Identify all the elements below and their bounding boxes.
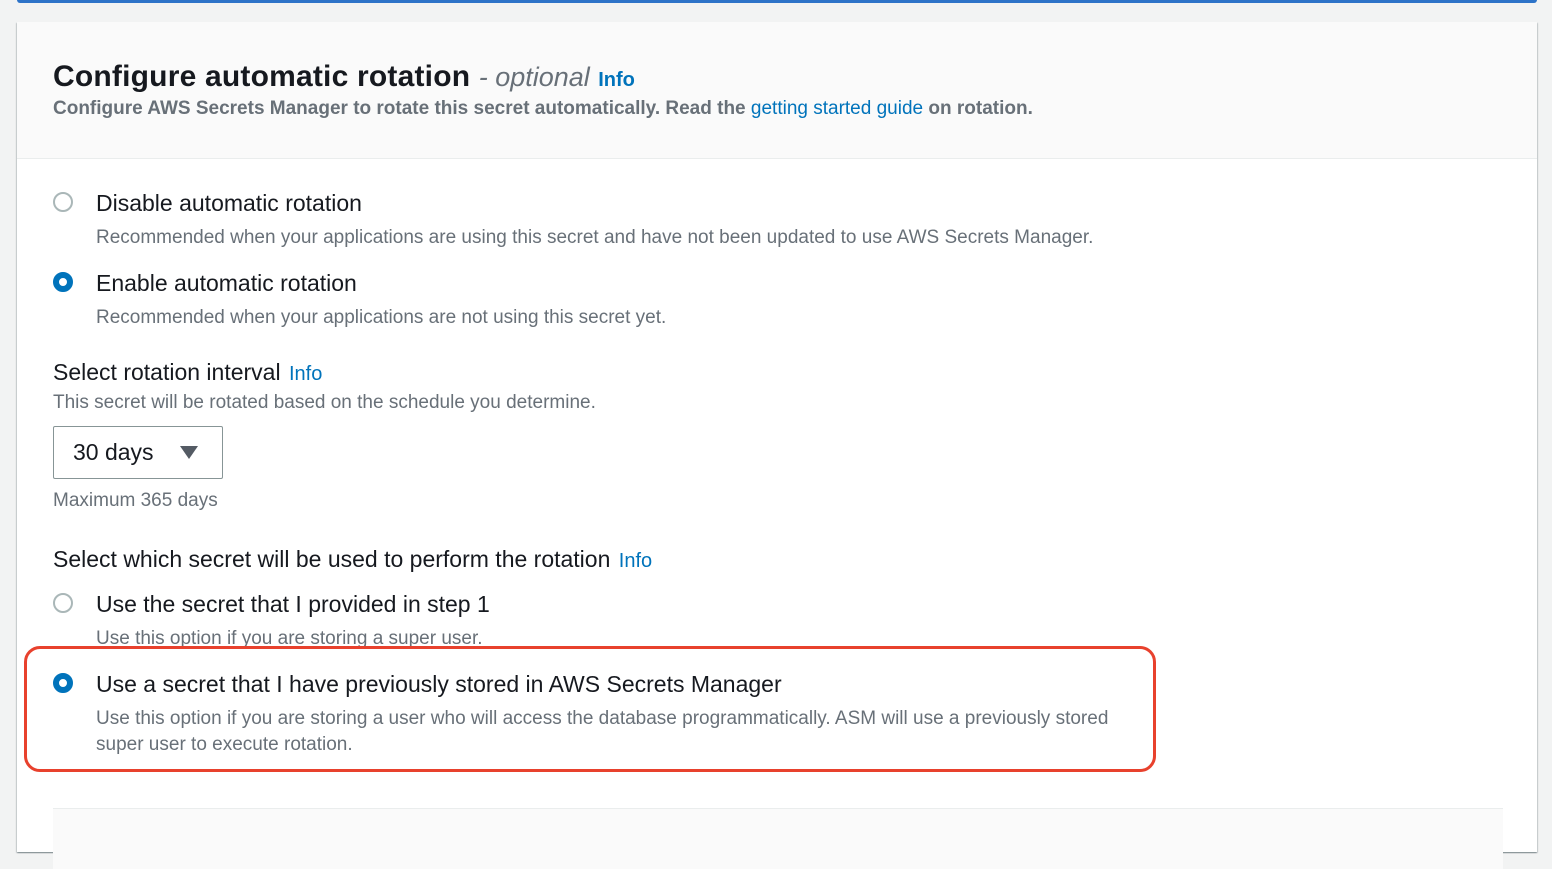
getting-started-guide-link[interactable]: getting started guide (751, 98, 923, 119)
radio-label[interactable]: Disable automatic rotation (96, 190, 362, 217)
interval-info-link[interactable]: Info (289, 363, 322, 385)
radio-label[interactable]: Enable automatic rotation (96, 270, 357, 297)
caret-down-icon (180, 446, 198, 459)
desc-suffix: on rotation. (928, 98, 1033, 119)
rotation-interval-text: Select rotation interval (53, 359, 281, 385)
radio-button[interactable] (53, 272, 73, 292)
panel-title: Configure automatic rotation (53, 60, 471, 93)
radio-description: Recommended when your applications are n… (96, 307, 667, 328)
secret-choice-label: Select which secret will be used to perf… (53, 546, 652, 573)
rotation-interval-select[interactable]: 30 days (53, 426, 223, 479)
top-accent-bar (17, 0, 1537, 3)
rotation-panel: Configure automatic rotation - optional … (17, 22, 1537, 869)
title-info-link[interactable]: Info (598, 69, 635, 91)
secret-choice-text: Select which secret will be used to perf… (53, 546, 611, 572)
desc-prefix: Configure AWS Secrets Manager to rotate … (53, 98, 746, 119)
next-section-divider (53, 808, 1503, 869)
radio-button[interactable] (53, 593, 73, 613)
radio-button[interactable] (53, 192, 73, 212)
panel-title-row: Configure automatic rotation - optional … (53, 60, 635, 94)
radio-description: Recommended when your applications are u… (96, 227, 1094, 248)
interval-constraint-text: Maximum 365 days (53, 490, 218, 511)
rotation-interval-description: This secret will be rotated based on the… (53, 392, 596, 413)
panel-description: Configure AWS Secrets Manager to rotate … (53, 98, 1033, 120)
highlight-annotation-box (24, 646, 1156, 772)
select-value: 30 days (73, 439, 154, 465)
optional-tag: - optional (478, 62, 590, 92)
radio-label[interactable]: Use the secret that I provided in step 1 (96, 591, 490, 618)
secret-choice-info-link[interactable]: Info (619, 550, 652, 572)
panel-header: Configure automatic rotation - optional … (17, 22, 1537, 159)
rotation-interval-label: Select rotation interval Info (53, 359, 322, 386)
